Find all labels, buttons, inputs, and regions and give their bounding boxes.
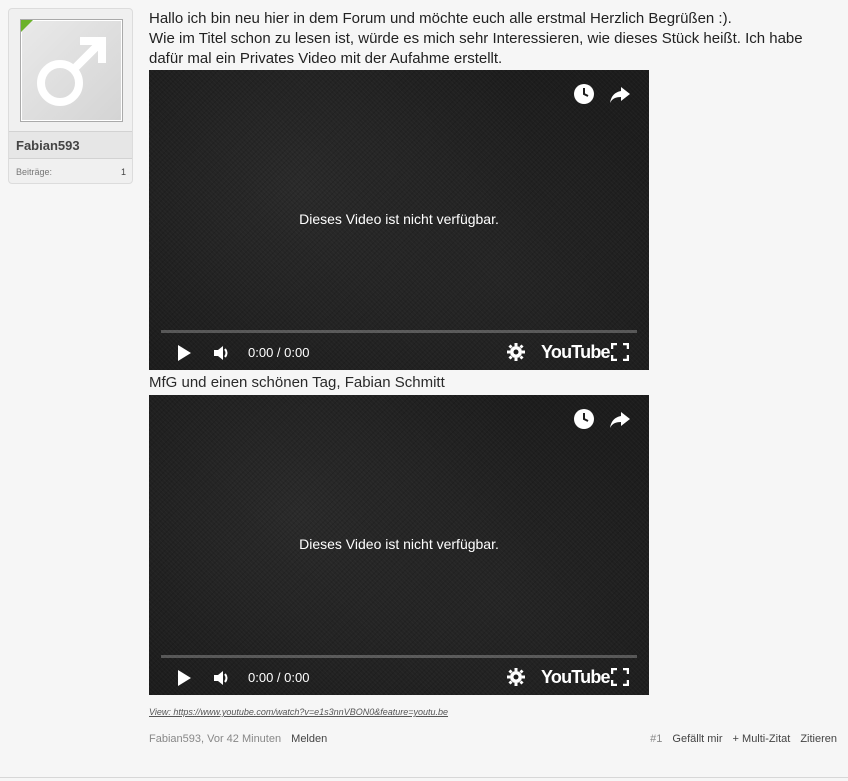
- youtube-logo[interactable]: YouTube: [541, 667, 611, 688]
- user-sidebar: Fabian593 Beiträge: 1: [8, 8, 133, 184]
- volume-icon[interactable]: [213, 669, 231, 692]
- watch-later-icon[interactable]: [573, 408, 595, 435]
- volume-icon[interactable]: [213, 344, 231, 367]
- video-embed[interactable]: Dieses Video ist nicht verfügbar. 0:00 /…: [149, 395, 649, 695]
- video-embed[interactable]: Dieses Video ist nicht verfügbar. 0:00 /…: [149, 70, 649, 370]
- post-count-value: 1: [120, 167, 126, 177]
- author-time[interactable]: Fabian593, Vor 42 Minuten: [149, 733, 281, 745]
- message-line: Hallo ich bin neu hier in dem Forum und …: [149, 10, 732, 27]
- play-icon[interactable]: [176, 344, 192, 367]
- report-link[interactable]: Melden: [291, 733, 327, 745]
- settings-gear-icon[interactable]: [507, 343, 525, 366]
- post-count-label: Beiträge:: [16, 167, 53, 177]
- video-unavailable-text: Dieses Video ist nicht verfügbar.: [299, 211, 499, 227]
- watch-later-icon[interactable]: [573, 83, 595, 110]
- like-button[interactable]: Gefällt mir: [672, 733, 722, 745]
- quote-button[interactable]: Zitieren: [800, 733, 837, 745]
- online-indicator-icon: [21, 20, 33, 32]
- post-meta: Fabian593, Vor 42 Minuten Melden: [149, 733, 327, 745]
- progress-bar[interactable]: [161, 330, 637, 333]
- message-line: dafür mal ein Privates Video mit der Auf…: [149, 50, 503, 67]
- share-icon[interactable]: [609, 83, 631, 110]
- male-symbol-icon: [22, 21, 121, 120]
- post-number-link[interactable]: #1: [650, 733, 662, 745]
- progress-bar[interactable]: [161, 655, 637, 658]
- youtube-logo[interactable]: YouTube: [541, 342, 611, 363]
- video-time: 0:00 / 0:00: [248, 670, 310, 685]
- message-signature: MfG und einen schönen Tag, Fabian Schmit…: [149, 374, 445, 391]
- multi-quote-button[interactable]: + Multi-Zitat: [733, 733, 791, 745]
- avatar[interactable]: [20, 19, 123, 122]
- video-unavailable-text: Dieses Video ist nicht verfügbar.: [299, 536, 499, 552]
- video-controls: 0:00 / 0:00 YouTube: [149, 665, 649, 693]
- message-body: Hallo ich bin neu hier in dem Forum und …: [149, 9, 839, 69]
- post-count: Beiträge: 1: [16, 167, 126, 177]
- fullscreen-icon[interactable]: [610, 342, 630, 366]
- share-icon[interactable]: [609, 408, 631, 435]
- video-controls: 0:00 / 0:00 YouTube: [149, 340, 649, 368]
- forum-post: Fabian593 Beiträge: 1 Hallo ich bin neu …: [0, 0, 848, 778]
- settings-gear-icon[interactable]: [507, 668, 525, 691]
- fullscreen-icon[interactable]: [610, 667, 630, 691]
- username[interactable]: Fabian593: [9, 131, 132, 159]
- youtube-source-link[interactable]: View: https://www.youtube.com/watch?v=e1…: [149, 707, 448, 717]
- video-time: 0:00 / 0:00: [248, 345, 310, 360]
- play-icon[interactable]: [176, 669, 192, 692]
- message-line: Wie im Titel schon zu lesen ist, würde e…: [149, 30, 803, 47]
- post-actions: #1 Gefällt mir + Multi-Zitat Zitieren: [650, 733, 837, 745]
